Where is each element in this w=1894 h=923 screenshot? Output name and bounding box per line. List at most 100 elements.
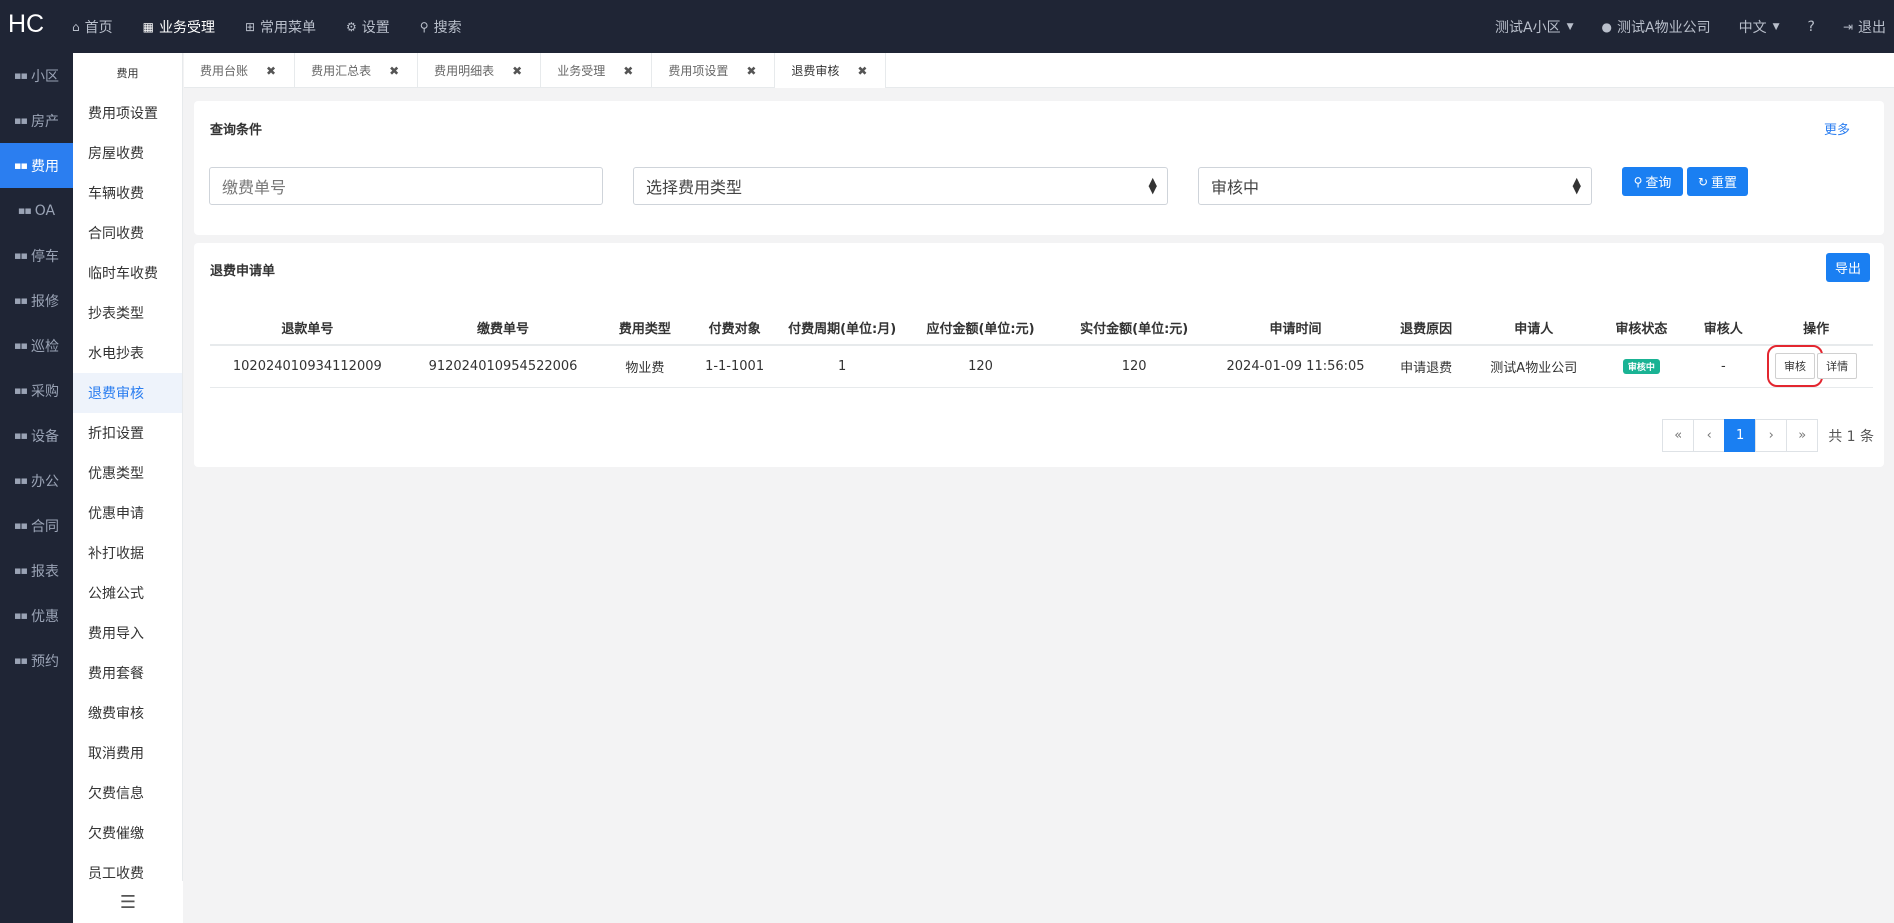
tab-fee-summary[interactable]: 费用汇总表 ✖ xyxy=(295,53,419,88)
close-icon[interactable]: ✖ xyxy=(389,64,399,78)
nav-home-label: 首页 xyxy=(84,19,113,36)
sidebar-item-property[interactable]: ▪▪ 房产 xyxy=(0,98,73,143)
submenu-item[interactable]: 优惠类型 xyxy=(73,453,182,493)
submenu-item[interactable]: 公摊公式 xyxy=(73,573,182,613)
tab-label: 费用台账 xyxy=(200,64,249,78)
nav-settings[interactable]: ⚙ 设置 xyxy=(346,0,390,53)
sidebar-item-parking[interactable]: ▪▪ 停车 xyxy=(0,233,73,278)
tab-refund-audit[interactable]: 退费审核 ✖ xyxy=(775,53,887,88)
grid-icon: ▪▪ xyxy=(14,474,28,487)
submenu-item[interactable]: 补打收据 xyxy=(73,533,182,573)
submenu-item[interactable]: 合同收费 xyxy=(73,213,182,253)
submenu-item[interactable]: 优惠申请 xyxy=(73,493,182,533)
nav-common-menu[interactable]: ⊞ 常用菜单 xyxy=(245,0,316,53)
first-page-button[interactable]: « xyxy=(1662,419,1695,452)
language-dropdown[interactable]: 中文 ▼ xyxy=(1739,17,1780,37)
submenu-item[interactable]: 缴费审核 xyxy=(73,693,182,733)
submenu-list[interactable]: 费用项设置 房屋收费 车辆收费 合同收费 临时车收费 抄表类型 水电抄表 退费审… xyxy=(73,93,182,915)
close-icon[interactable]: ✖ xyxy=(857,64,867,78)
payment-no-input[interactable]: 缴费单号 xyxy=(209,167,603,205)
submenu-item[interactable]: 抄表类型 xyxy=(73,293,182,333)
status-select[interactable]: 审核中 ▲ ▼ xyxy=(1198,167,1592,205)
sidebar-item-community[interactable]: ▪▪ 小区 xyxy=(0,53,73,98)
community-dropdown[interactable]: 测试A小区 ▼ xyxy=(1495,17,1574,37)
logout-button[interactable]: ⇥ 退出 xyxy=(1843,17,1886,37)
question-circle-icon: ? xyxy=(1807,18,1815,35)
cell-cycle: 1 xyxy=(780,345,904,388)
cell-paid: 120 xyxy=(1057,345,1212,388)
sidebar-item-label: 巡检 xyxy=(30,338,59,355)
last-page-button[interactable]: » xyxy=(1786,419,1819,452)
sidebar-item-oa[interactable]: ▪▪ OA xyxy=(0,188,73,233)
query-panel: 查询条件 更多 缴费单号 选择费用类型 ▲ ▼ 审核中 ▲ ▼ ⚲ 查询 ↻ 重置 xyxy=(194,101,1884,235)
sidebar-item-repair[interactable]: ▪▪ 报修 xyxy=(0,278,73,323)
close-icon[interactable]: ✖ xyxy=(266,64,276,78)
tab-bar: 费用台账 ✖ 费用汇总表 ✖ 费用明细表 ✖ 业务受理 ✖ 费用项设置 ✖ 退费审核 ✖ xyxy=(184,53,1894,88)
submenu-item[interactable]: 欠费催缴 xyxy=(73,813,182,853)
more-link[interactable]: 更多 xyxy=(1824,119,1850,138)
submenu-item[interactable]: 费用项设置 xyxy=(73,93,182,133)
cell-refund-no: 102024010934112009 xyxy=(210,345,405,388)
sidebar-item-office[interactable]: ▪▪ 办公 xyxy=(0,458,73,503)
submenu-item[interactable]: 费用导入 xyxy=(73,613,182,653)
sidebar-item-contract[interactable]: ▪▪ 合同 xyxy=(0,503,73,548)
status-badge: 审核中 xyxy=(1622,358,1660,374)
sidebar-item-label: 合同 xyxy=(30,518,59,535)
nav-business[interactable]: ▦ 业务受理 xyxy=(143,0,215,53)
collapse-menu-icon[interactable]: ☰ xyxy=(73,881,183,923)
cell-payer: 1-1-1001 xyxy=(688,345,781,388)
tab-label: 退费审核 xyxy=(791,64,840,78)
nav-home[interactable]: ⌂ 首页 xyxy=(72,0,113,53)
detail-button[interactable]: 详情 xyxy=(1817,353,1858,380)
tab-fee-ledger[interactable]: 费用台账 ✖ xyxy=(184,53,296,88)
submenu-item[interactable]: 取消费用 xyxy=(73,733,182,773)
next-page-button[interactable]: › xyxy=(1755,419,1788,452)
company-menu[interactable]: ● 测试A物业公司 xyxy=(1602,17,1711,37)
prev-page-button[interactable]: ‹ xyxy=(1693,419,1726,452)
close-icon[interactable]: ✖ xyxy=(512,64,522,78)
page-button-current[interactable]: 1 xyxy=(1724,419,1757,452)
tab-fee-item-settings[interactable]: 费用项设置 ✖ xyxy=(652,53,776,88)
company-label: 测试A物业公司 xyxy=(1617,19,1711,36)
reset-button[interactable]: ↻ 重置 xyxy=(1687,167,1748,196)
column-header: 申请时间 xyxy=(1211,311,1381,346)
submenu-item[interactable]: 折扣设置 xyxy=(73,413,182,453)
sidebar-item-fees[interactable]: ▪▪ 费用 xyxy=(0,143,73,188)
nav-search[interactable]: ⚲ 搜索 xyxy=(420,0,462,53)
tab-business[interactable]: 业务受理 ✖ xyxy=(541,53,653,88)
sidebar-item-inspection[interactable]: ▪▪ 巡检 xyxy=(0,323,73,368)
sidebar-item-reports[interactable]: ▪▪ 报表 xyxy=(0,548,73,593)
help-button[interactable]: ? xyxy=(1808,19,1815,35)
close-icon[interactable]: ✖ xyxy=(746,64,756,78)
brand-logo[interactable]: HC xyxy=(8,10,44,39)
grid-icon: ▪▪ xyxy=(14,69,28,82)
sidebar-item-equipment[interactable]: ▪▪ 设备 xyxy=(0,413,73,458)
calculator-icon: ▦ xyxy=(142,19,154,34)
grid-icon: ▪▪ xyxy=(14,564,28,577)
payment-no-placeholder: 缴费单号 xyxy=(222,178,287,197)
grid-icon: ▪▪ xyxy=(14,249,28,262)
close-icon[interactable]: ✖ xyxy=(623,64,633,78)
submenu-item[interactable]: 欠费信息 xyxy=(73,773,182,813)
sidebar-item-booking[interactable]: ▪▪ 预约 xyxy=(0,638,73,683)
submenu-item[interactable]: 水电抄表 xyxy=(73,333,182,373)
sidebar-item-purchase[interactable]: ▪▪ 采购 xyxy=(0,368,73,413)
search-button[interactable]: ⚲ 查询 xyxy=(1622,167,1683,196)
submenu-item[interactable]: 房屋收费 xyxy=(73,133,182,173)
sidebar-item-discount[interactable]: ▪▪ 优惠 xyxy=(0,593,73,638)
community-label: 测试A小区 xyxy=(1495,19,1561,36)
submenu-item[interactable]: 临时车收费 xyxy=(73,253,182,293)
submenu-item-refund-audit[interactable]: 退费审核 xyxy=(73,373,182,413)
submenu-item[interactable]: 费用套餐 xyxy=(73,653,182,693)
sidebar-item-label: 房产 xyxy=(30,113,59,130)
audit-button[interactable]: 审核 xyxy=(1767,345,1823,388)
fee-type-select[interactable]: 选择费用类型 ▲ ▼ xyxy=(633,167,1168,205)
export-button[interactable]: 导出 xyxy=(1826,253,1870,282)
tab-fee-detail[interactable]: 费用明细表 ✖ xyxy=(418,53,542,88)
nav-settings-label: 设置 xyxy=(361,19,390,36)
submenu-item[interactable]: 车辆收费 xyxy=(73,173,182,213)
tab-label: 费用明细表 xyxy=(434,64,495,78)
main-sidebar: ▪▪ 小区 ▪▪ 房产 ▪▪ 费用 ▪▪ OA ▪▪ 停车 ▪▪ 报修 ▪▪ 巡检 ▪▪ 采购 … xyxy=(0,53,73,923)
table-row: 102024010934112009 912024010954522006 物业… xyxy=(210,345,1873,388)
column-header: 费用类型 xyxy=(601,311,689,346)
